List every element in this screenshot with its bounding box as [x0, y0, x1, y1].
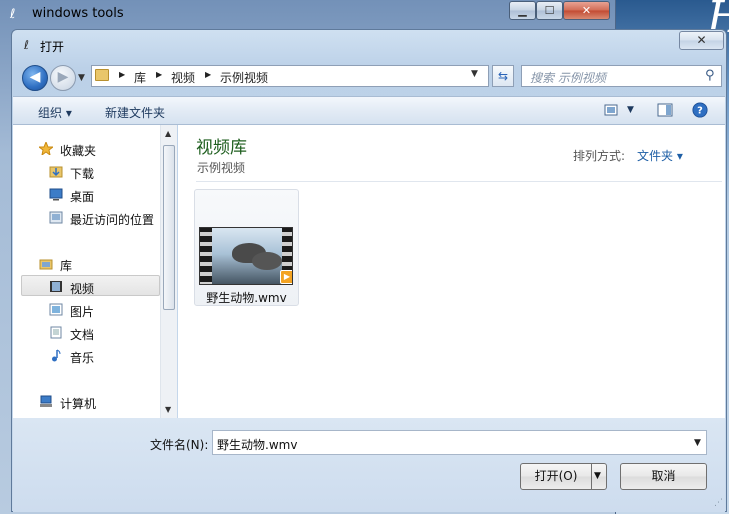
- desktop-icon: [49, 188, 63, 201]
- feather-icon: ℓ: [24, 38, 29, 52]
- file-list-pane: 视频库 示例视频 排列方式: 文件夹 ▾ ▶ 野生动物.wmv: [178, 125, 725, 418]
- maximize-icon: ☐: [544, 4, 555, 17]
- scroll-up-icon[interactable]: ▲: [165, 129, 171, 138]
- filename-dropdown-icon[interactable]: ▼: [694, 438, 701, 448]
- filename-value[interactable]: 野生动物.wmv: [217, 436, 297, 453]
- organize-menu[interactable]: 组织 ▾: [38, 104, 72, 121]
- view-options-icon[interactable]: [603, 102, 621, 118]
- help-icon[interactable]: ?: [691, 102, 709, 118]
- parent-close-button[interactable]: ✕: [563, 1, 610, 20]
- film-strip: [200, 228, 212, 284]
- filename-label: 文件名(N):: [150, 438, 209, 452]
- filename-field[interactable]: 野生动物.wmv ▼: [212, 430, 707, 455]
- favorites-star-icon: [39, 142, 53, 155]
- sidebar-libraries[interactable]: 库: [60, 257, 72, 274]
- file-item[interactable]: ▶ 野生动物.wmv: [194, 189, 299, 306]
- cancel-button[interactable]: 取消: [620, 463, 707, 490]
- refresh-icon: ⇆: [497, 69, 509, 83]
- new-folder-button[interactable]: 新建文件夹: [105, 104, 165, 121]
- close-icon: ✕: [581, 4, 592, 17]
- sidebar-item-documents[interactable]: 文档: [70, 326, 94, 343]
- video-thumbnail: ▶: [199, 227, 293, 285]
- dialog-close-button[interactable]: ✕: [679, 31, 724, 50]
- sidebar-computer[interactable]: 计算机: [60, 395, 96, 412]
- sidebar-item-recent-places[interactable]: 最近访问的位置: [70, 211, 154, 228]
- scroll-down-icon[interactable]: ▼: [165, 405, 171, 414]
- svg-text:?: ?: [697, 106, 703, 117]
- view-dropdown-icon[interactable]: ▼: [627, 105, 634, 115]
- preview-pane-icon[interactable]: [656, 102, 674, 118]
- sidebar-item-music[interactable]: 音乐: [70, 349, 94, 366]
- download-folder-icon: [49, 166, 63, 178]
- search-icon[interactable]: ⚲: [705, 68, 715, 83]
- sidebar-item-videos[interactable]: 视频: [70, 280, 94, 297]
- split-divider: [591, 464, 592, 489]
- back-button[interactable]: ◀: [22, 65, 48, 91]
- maximize-button[interactable]: ☐: [536, 1, 563, 20]
- minimize-button[interactable]: ▁: [509, 1, 536, 20]
- video-library-icon: [50, 281, 62, 292]
- address-bar[interactable]: ▶ 库 ▶ 视频 ▶ 示例视频 ▼: [91, 65, 489, 87]
- scrollbar-thumb[interactable]: [163, 145, 175, 310]
- computer-icon: [40, 395, 52, 407]
- forward-arrow-icon: ▶: [57, 69, 69, 85]
- command-toolbar: 组织 ▾ 新建文件夹 ▼ ?: [13, 96, 725, 125]
- feather-icon: ℓ: [10, 7, 16, 22]
- documents-library-icon: [50, 326, 62, 339]
- breadcrumb-sample-videos[interactable]: 示例视频: [220, 69, 268, 86]
- minimize-icon: ▁: [518, 4, 527, 17]
- file-name: 野生动物.wmv: [206, 291, 287, 305]
- recent-places-icon: [49, 211, 63, 224]
- back-arrow-icon: ◀: [29, 69, 41, 85]
- library-icon: [39, 259, 53, 270]
- open-button-label[interactable]: 打开(O): [521, 464, 591, 489]
- forward-button[interactable]: ▶: [50, 65, 76, 91]
- dialog-title: 打开: [40, 40, 65, 54]
- close-icon: ✕: [696, 33, 707, 47]
- library-subtitle: 示例视频: [197, 161, 246, 175]
- breadcrumb-chevron-icon[interactable]: ▶: [205, 70, 211, 79]
- breadcrumb-chevron-icon[interactable]: ▶: [156, 70, 162, 79]
- breadcrumb-library[interactable]: 库: [134, 69, 146, 86]
- open-button[interactable]: 打开(O) ▼: [520, 463, 607, 490]
- media-player-badge-icon: ▶: [280, 270, 292, 284]
- thumbnail-image: [212, 228, 282, 284]
- resize-grip-icon[interactable]: ⋰: [714, 498, 723, 508]
- arrange-by-label: 排列方式:: [573, 149, 626, 163]
- sidebar-item-desktop[interactable]: 桌面: [70, 188, 94, 205]
- address-dropdown-icon[interactable]: ▼: [471, 69, 478, 79]
- thumbnail-subject: [252, 252, 282, 270]
- refresh-button[interactable]: ⇆: [492, 65, 514, 87]
- open-file-dialog: ℓ 打开 ✕ ◀ ▶ ▼ ▶ 库 ▶ 视频 ▶ 示例视频 ▼ ⇆ 搜索 示例视频…: [11, 29, 727, 512]
- music-library-icon: [52, 349, 61, 362]
- arrange-by-dropdown[interactable]: 文件夹 ▾: [637, 147, 683, 164]
- recent-locations-dropdown[interactable]: ▼: [78, 73, 85, 83]
- breadcrumb-chevron-icon[interactable]: ▶: [119, 70, 125, 79]
- navigation-scrollbar[interactable]: ▲ ▼: [160, 125, 177, 418]
- sidebar-item-downloads[interactable]: 下载: [70, 165, 94, 182]
- navigation-pane: 收藏夹 下载 桌面 最近访问的位置 库 视频 图片 文档 音乐 计算机 ▲ ▼: [13, 125, 177, 418]
- sidebar-item-pictures[interactable]: 图片: [70, 303, 94, 320]
- open-options-dropdown-icon[interactable]: ▼: [594, 464, 601, 489]
- sidebar-favorites[interactable]: 收藏夹: [60, 142, 96, 159]
- dialog-footer: 文件名(N): 野生动物.wmv ▼ 打开(O) ▼ 取消 ⋰: [13, 418, 725, 512]
- search-box[interactable]: 搜索 示例视频 ⚲: [521, 65, 722, 87]
- breadcrumb-videos[interactable]: 视频: [171, 69, 195, 86]
- pictures-library-icon: [49, 303, 63, 316]
- header-divider: [196, 181, 722, 182]
- folder-icon: [95, 69, 109, 81]
- parent-window-title: windows tools: [32, 6, 124, 21]
- search-input[interactable]: 搜索 示例视频: [530, 69, 606, 86]
- library-title: 视频库: [196, 138, 247, 158]
- parent-window-titlebar: ℓ windows tools ▁ ☐ ✕: [0, 0, 616, 29]
